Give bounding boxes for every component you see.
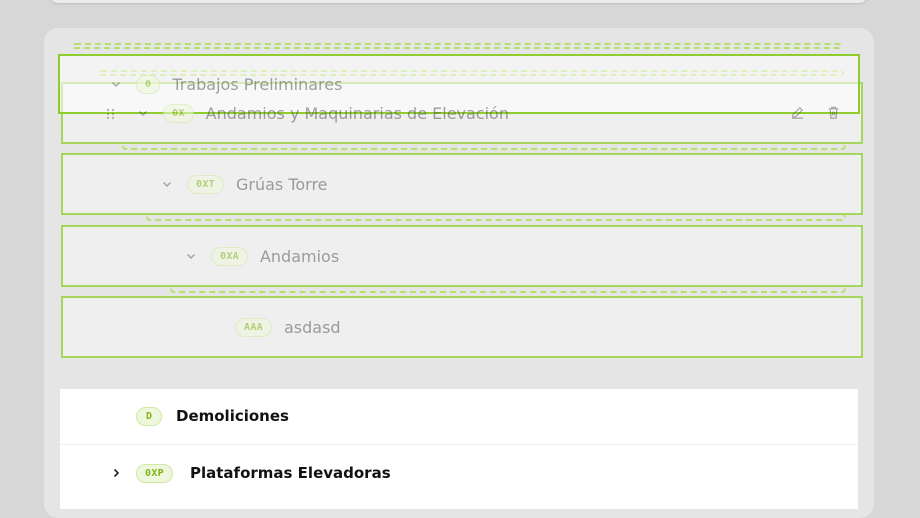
code-badge: 0XA [211,246,248,266]
previous-card [47,0,870,3]
edit-icon[interactable] [789,104,805,120]
code-badge: 0 [136,74,161,94]
chevron-down-icon [110,78,122,90]
drag-handle-icon[interactable] [106,106,116,125]
category-list: D Demoliciones 0XP Plataformas Elevadora… [60,389,858,509]
node-name: Andamios [259,246,340,266]
tree-node-aaa-content: AAA asdasd [235,316,341,338]
code-badge: 0XT [187,174,224,194]
tree-node-0xa-content: 0XA Andamios [185,245,339,267]
list-item[interactable]: 0XP Plataformas Elevadoras [60,446,858,502]
drop-indicator [72,43,842,49]
chevron-down-icon[interactable] [185,250,197,262]
tree-node-0xt-content: 0XT Grúas Torre [161,173,328,195]
node-name: Grúas Torre [235,174,328,194]
item-name: Demoliciones [176,407,289,425]
trash-icon[interactable] [825,104,841,120]
tree-node-0x-content: 0X Andamios y Maquinarias de Elevación [137,102,509,124]
node-actions [789,104,841,120]
divider [60,444,858,445]
code-badge: 0XP [136,464,173,483]
chevron-right-icon[interactable] [110,467,122,479]
item-name: Plataformas Elevadoras [190,464,391,482]
chevron-down-icon[interactable] [137,107,149,119]
tree-node-aaa[interactable] [61,296,863,358]
drag-preview-content: 0 Trabajos Preliminares [110,73,342,95]
tree-node-0xa[interactable] [61,225,863,287]
node-name: asdasd [283,317,341,337]
code-badge: 0X [163,103,194,123]
code-badge: AAA [235,317,272,337]
code-badge: D [136,407,163,426]
list-item[interactable]: D Demoliciones [60,389,858,445]
node-name: Andamios y Maquinarias de Elevación [205,103,509,123]
chevron-down-icon[interactable] [161,178,173,190]
node-name: Trabajos Preliminares [172,74,343,94]
